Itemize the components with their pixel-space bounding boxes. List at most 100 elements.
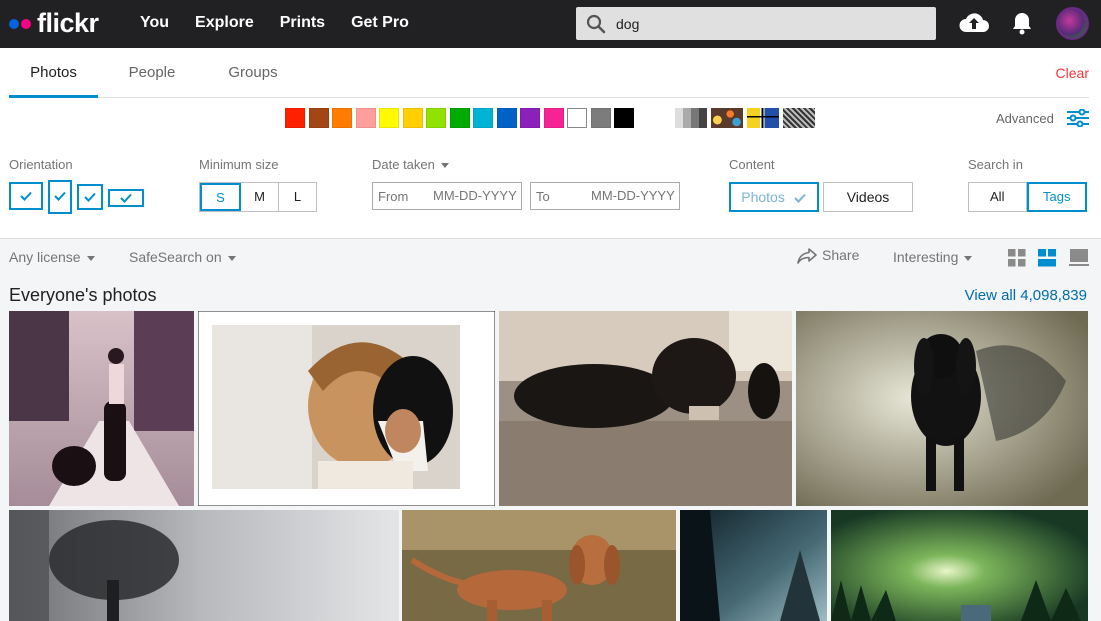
color-swatch[interactable] [590, 108, 611, 128]
photo-tile[interactable] [402, 510, 676, 621]
minimum-size-label: Minimum size [199, 157, 279, 172]
chevron-down-icon [227, 255, 236, 261]
color-swatch[interactable] [614, 108, 634, 128]
chevron-down-icon [86, 255, 95, 261]
search-in-tags-button[interactable]: Tags [1026, 182, 1087, 212]
photo-tile[interactable] [9, 311, 194, 506]
share-button[interactable]: Share [796, 247, 859, 265]
size-small-button[interactable]: S [200, 183, 241, 211]
orientation-panorama-button[interactable] [108, 189, 144, 207]
search-tabs: Photos People Groups Clear [9, 48, 1089, 98]
content-photos-toggle[interactable]: Photos [729, 182, 819, 212]
logo-blue-dot [9, 18, 19, 29]
content-label: Content [729, 157, 775, 172]
checkmark-icon [794, 194, 806, 204]
color-swatch[interactable] [543, 108, 564, 128]
date-to-input[interactable] [591, 188, 679, 203]
nav-get-pro[interactable]: Get Pro [351, 14, 409, 32]
color-swatch[interactable] [473, 108, 493, 128]
tab-people[interactable]: People [119, 48, 185, 98]
search-in-all-button[interactable]: All [968, 182, 1027, 212]
orientation-square-button[interactable] [77, 184, 103, 210]
date-from-input[interactable] [433, 188, 521, 203]
checkmark-icon [120, 193, 132, 203]
nav-you[interactable]: You [140, 14, 169, 32]
checkmark-icon [54, 191, 66, 201]
photo-tile[interactable] [198, 311, 495, 506]
flickr-logo[interactable]: flickr [9, 8, 99, 39]
search-in-label: Search in [968, 157, 1023, 172]
color-swatch[interactable] [402, 108, 423, 128]
checkmark-icon [20, 191, 32, 201]
search-box[interactable] [576, 7, 936, 40]
photo-tile[interactable] [831, 510, 1088, 621]
color-swatch[interactable] [285, 108, 305, 128]
safesearch-dropdown[interactable]: SafeSearch on [129, 249, 236, 265]
photo-tile[interactable] [9, 510, 399, 621]
checkmark-icon [84, 192, 96, 202]
safesearch-label: SafeSearch on [129, 249, 222, 265]
date-to-label: To [536, 189, 550, 204]
license-dropdown[interactable]: Any license [9, 249, 95, 265]
color-swatch[interactable] [449, 108, 470, 128]
chevron-down-icon [964, 255, 973, 261]
style-black-white[interactable] [675, 108, 707, 128]
share-arrow-icon [797, 248, 817, 265]
minimum-size-selector: S M L [199, 182, 317, 212]
photo-tile[interactable] [796, 311, 1088, 506]
sort-dropdown[interactable]: Interesting [893, 249, 973, 265]
search-input[interactable] [616, 14, 916, 34]
sort-label: Interesting [893, 249, 959, 265]
nav-prints[interactable]: Prints [280, 14, 325, 32]
clear-filters-link[interactable]: Clear [1056, 65, 1089, 81]
photo-tile[interactable] [499, 311, 792, 506]
share-label: Share [822, 247, 860, 263]
color-swatch[interactable] [308, 108, 329, 128]
photo-tile[interactable] [680, 510, 827, 621]
advanced-link[interactable]: Advanced [996, 111, 1054, 126]
orientation-label: Orientation [9, 157, 73, 172]
color-swatches [285, 108, 638, 128]
size-medium-button[interactable]: M [241, 183, 279, 211]
style-swatches [675, 108, 819, 128]
color-swatch[interactable] [567, 108, 587, 128]
size-large-button[interactable]: L [279, 183, 316, 211]
color-swatch[interactable] [332, 108, 352, 128]
search-icon [586, 14, 606, 34]
main-nav: You Explore Prints Get Pro [140, 14, 435, 32]
style-patterns[interactable] [783, 108, 815, 128]
color-swatch[interactable] [426, 108, 446, 128]
logo-pink-dot [21, 18, 31, 29]
nav-explore[interactable]: Explore [195, 14, 254, 32]
search-in-selector: All Tags [968, 182, 1087, 212]
content-photos-label: Photos [741, 189, 785, 205]
color-swatch[interactable] [379, 108, 399, 128]
top-nav-bar: flickr You Explore Prints Get Pro [0, 0, 1101, 48]
upload-cloud-icon[interactable] [958, 10, 990, 34]
user-avatar[interactable] [1056, 7, 1089, 40]
content-videos-toggle[interactable]: Videos [823, 182, 913, 212]
color-swatch[interactable] [496, 108, 517, 128]
license-label: Any license [9, 249, 81, 265]
style-shallow-depth[interactable] [711, 108, 743, 128]
view-all-link[interactable]: View all 4,098,839 [965, 287, 1087, 304]
orientation-portrait-button[interactable] [48, 180, 72, 214]
notifications-bell-icon[interactable] [1011, 11, 1033, 35]
advanced-settings-sliders-icon[interactable] [1067, 109, 1089, 127]
date-from-field[interactable]: From [372, 182, 522, 210]
tab-groups[interactable]: Groups [220, 48, 286, 98]
color-swatch[interactable] [520, 108, 540, 128]
color-swatch[interactable] [355, 108, 376, 128]
orientation-landscape-button[interactable] [9, 182, 43, 210]
date-taken-label: Date taken [372, 157, 435, 172]
justified-view-icon[interactable] [1038, 249, 1056, 267]
single-view-icon[interactable] [1069, 249, 1089, 267]
logo-text: flickr [37, 8, 99, 38]
grid-view-icon[interactable] [1008, 249, 1026, 267]
style-minimalist[interactable] [747, 108, 779, 128]
date-from-label: From [378, 189, 409, 204]
date-taken-dropdown[interactable]: Date taken [372, 157, 449, 172]
tab-photos[interactable]: Photos [9, 48, 98, 98]
date-to-field[interactable]: To [530, 182, 680, 210]
section-title: Everyone's photos [9, 285, 157, 305]
